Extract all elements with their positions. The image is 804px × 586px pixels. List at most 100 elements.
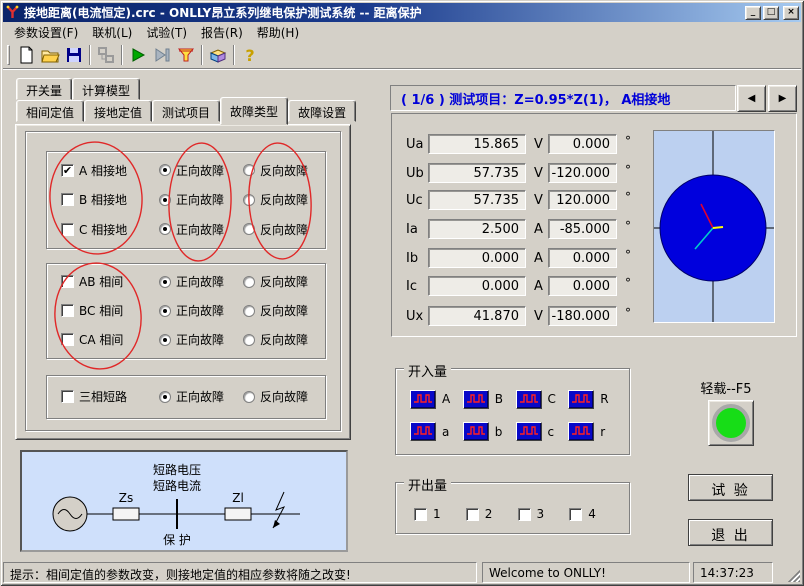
radio-forward[interactable] (159, 223, 171, 235)
tab-fault-type[interactable]: 故障类型 (220, 97, 288, 125)
help-button[interactable]: ? (238, 44, 262, 66)
fault-row-c-ground: C 相接地 正向故障 反向故障 (47, 219, 325, 241)
tab-phase-setting[interactable]: 相间定值 (16, 100, 84, 122)
prev-test-button[interactable]: ◀ (737, 85, 766, 112)
report-button[interactable] (174, 44, 198, 66)
close-button[interactable]: × (783, 6, 799, 20)
wizard-icon (208, 45, 228, 65)
reverse-label: 反向故障 (260, 162, 308, 179)
open-file-button[interactable] (38, 44, 62, 66)
angle-field[interactable]: 0.000 (548, 276, 617, 296)
radio-forward[interactable] (159, 391, 171, 403)
new-file-button[interactable] (14, 44, 38, 66)
unit-label: A (534, 279, 543, 294)
save-button[interactable] (62, 44, 86, 66)
angle-field[interactable]: 0.000 (548, 248, 617, 268)
input-B-button[interactable] (463, 390, 489, 409)
tab-test-items[interactable]: 测试项目 (152, 100, 220, 122)
amplitude-field[interactable]: 57.735 (428, 163, 526, 183)
menu-report[interactable]: 报告(R) (194, 22, 250, 43)
unit-label: V (534, 193, 543, 208)
input-c-button[interactable] (516, 422, 542, 441)
amplitude-field[interactable]: 0.000 (428, 248, 526, 268)
output-4-checkbox[interactable] (569, 508, 582, 521)
radio-forward[interactable] (159, 194, 171, 206)
angle-field[interactable]: -85.000 (548, 219, 617, 239)
help-icon: ? (240, 45, 260, 65)
light-load-indicator[interactable] (708, 400, 754, 446)
next-test-button[interactable]: ▶ (768, 85, 797, 112)
waveform-icon (570, 423, 592, 438)
radio-reverse[interactable] (243, 223, 255, 235)
radio-forward[interactable] (159, 305, 171, 317)
input-C-button[interactable] (516, 390, 542, 409)
toolbar-separator (89, 45, 91, 65)
angle-field[interactable]: 0.000 (548, 134, 617, 154)
input-b-button[interactable] (463, 422, 489, 441)
forward-label: 正向故障 (176, 191, 224, 208)
checkbox-b-ground[interactable] (61, 193, 74, 206)
menu-connect[interactable]: 联机(L) (85, 22, 139, 43)
forward-label: 正向故障 (176, 388, 224, 405)
menu-test[interactable]: 试验(T) (139, 22, 194, 43)
tab-fault-setting[interactable]: 故障设置 (288, 100, 356, 122)
checkbox-ca-phase[interactable] (61, 333, 74, 346)
input-r-button[interactable] (568, 422, 594, 441)
resize-grip[interactable] (776, 562, 801, 583)
radio-reverse[interactable] (243, 276, 255, 288)
output-3-checkbox[interactable] (518, 508, 531, 521)
radio-reverse[interactable] (243, 391, 255, 403)
amplitude-field[interactable]: 15.865 (428, 134, 526, 154)
output-2-checkbox[interactable] (466, 508, 479, 521)
forward-label: 正向故障 (176, 302, 224, 319)
binary-output-group: 开出量 1 2 3 4 (395, 482, 630, 534)
input-R-button[interactable] (568, 390, 594, 409)
exit-button[interactable]: 退 出 (688, 519, 773, 546)
checkbox-a-ground[interactable]: ✔ (61, 164, 74, 177)
step-button[interactable] (150, 44, 174, 66)
amplitude-field[interactable]: 57.735 (428, 190, 526, 210)
tab-calc-model[interactable]: 计算模型 (72, 78, 140, 100)
menu-parameter-settings[interactable]: 参数设置(F) (7, 22, 85, 43)
amplitude-field[interactable]: 2.500 (428, 219, 526, 239)
menu-help[interactable]: 帮助(H) (250, 22, 306, 43)
output-label: 3 (537, 507, 545, 521)
checkbox-three-phase[interactable] (61, 390, 74, 403)
checkbox-bc-phase[interactable] (61, 304, 74, 317)
circuit-diagram-svg: Zs 短路电压 短路电流 保 护 Zl (22, 452, 346, 550)
output-1-checkbox[interactable] (414, 508, 427, 521)
amplitude-field[interactable]: 0.000 (428, 276, 526, 296)
tab-switch-quantity[interactable]: 开关量 (16, 78, 72, 100)
layout-button[interactable] (94, 44, 118, 66)
output-label: 1 (433, 507, 441, 521)
amplitude-field[interactable]: 41.870 (428, 306, 526, 326)
svg-text:Zl: Zl (232, 491, 244, 505)
test-button[interactable]: 试 验 (688, 474, 773, 501)
radio-forward[interactable] (159, 164, 171, 176)
radio-reverse[interactable] (243, 334, 255, 346)
status-welcome: Welcome to ONLLY! (482, 562, 690, 583)
angle-field[interactable]: 120.000 (548, 190, 617, 210)
save-icon (64, 45, 84, 65)
angle-field[interactable]: -120.000 (548, 163, 617, 183)
radio-reverse[interactable] (243, 164, 255, 176)
radio-reverse[interactable] (243, 194, 255, 206)
tab-ground-setting[interactable]: 接地定值 (84, 100, 152, 122)
checkbox-c-ground[interactable] (61, 223, 74, 236)
angle-field[interactable]: -180.000 (548, 306, 617, 326)
radio-forward[interactable] (159, 334, 171, 346)
checkbox-ab-phase[interactable] (61, 275, 74, 288)
output-label: 4 (588, 507, 596, 521)
run-test-button[interactable] (126, 44, 150, 66)
forward-label: 正向故障 (176, 162, 224, 179)
radio-reverse[interactable] (243, 305, 255, 317)
ground-fault-group: ✔A 相接地 正向故障 反向故障 B 相接地 正向故障 反向故障 C 相接地 正… (46, 151, 326, 249)
new-file-icon (16, 45, 36, 65)
wizard-button[interactable] (206, 44, 230, 66)
radio-forward[interactable] (159, 276, 171, 288)
input-A-button[interactable] (410, 390, 436, 409)
maximize-button[interactable]: □ (763, 6, 779, 20)
input-a-button[interactable] (410, 422, 436, 441)
minimize-button[interactable]: _ (745, 6, 761, 20)
fault-row-bc: BC 相间 正向故障 反向故障 (47, 300, 325, 322)
